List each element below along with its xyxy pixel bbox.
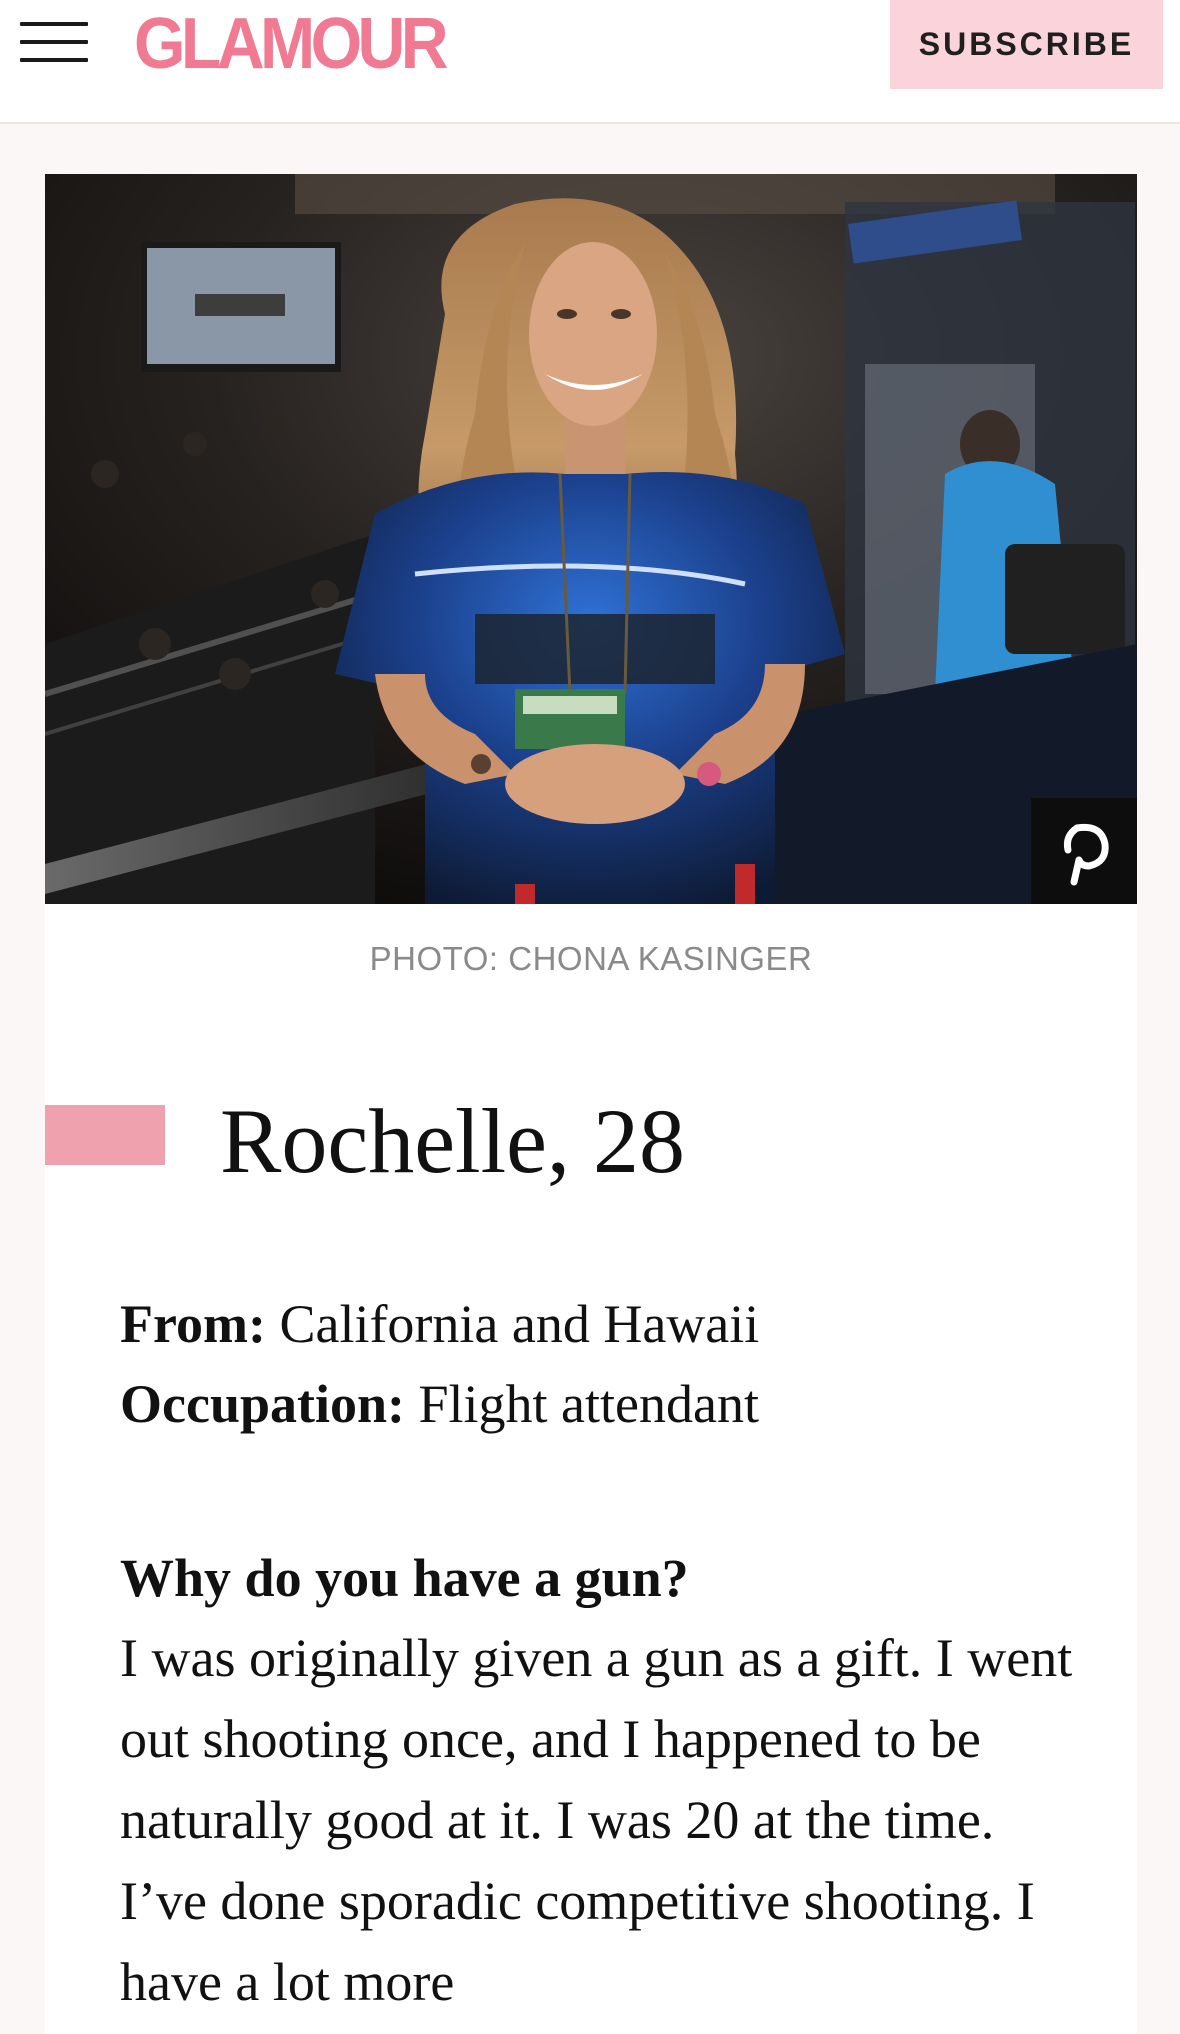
subscribe-button[interactable]: SUBSCRIBE <box>890 0 1163 89</box>
subject-name-heading: Rochelle, 28 <box>220 1090 685 1192</box>
interview-question: Why do you have a gun? <box>120 1548 689 1608</box>
hero-photo-illustration <box>45 174 1137 904</box>
fact-occupation: Occupation: Flight attendant <box>120 1364 1080 1444</box>
hamburger-menu-icon[interactable] <box>20 22 88 62</box>
fact-label: Occupation: <box>120 1374 406 1434</box>
subject-facts: From: California and Hawaii Occupation: … <box>120 1284 1080 1444</box>
pinterest-icon <box>1063 823 1109 886</box>
fact-from: From: California and Hawaii <box>120 1284 1080 1364</box>
fact-value: Flight attendant <box>418 1374 759 1434</box>
interview-answer: I was originally given a gun as a gift. … <box>120 1628 1073 2012</box>
site-logo[interactable]: GLAMOUR <box>134 4 449 84</box>
fact-label: From: <box>120 1294 266 1354</box>
hero-photo <box>45 174 1137 904</box>
pinterest-pin-button[interactable] <box>1031 798 1137 904</box>
photo-credit: PHOTO: CHONA KASINGER <box>369 940 813 977</box>
section-marker <box>45 1105 165 1165</box>
fact-value: California and Hawaii <box>279 1294 760 1354</box>
site-header: GLAMOUR SUBSCRIBE <box>0 0 1180 124</box>
